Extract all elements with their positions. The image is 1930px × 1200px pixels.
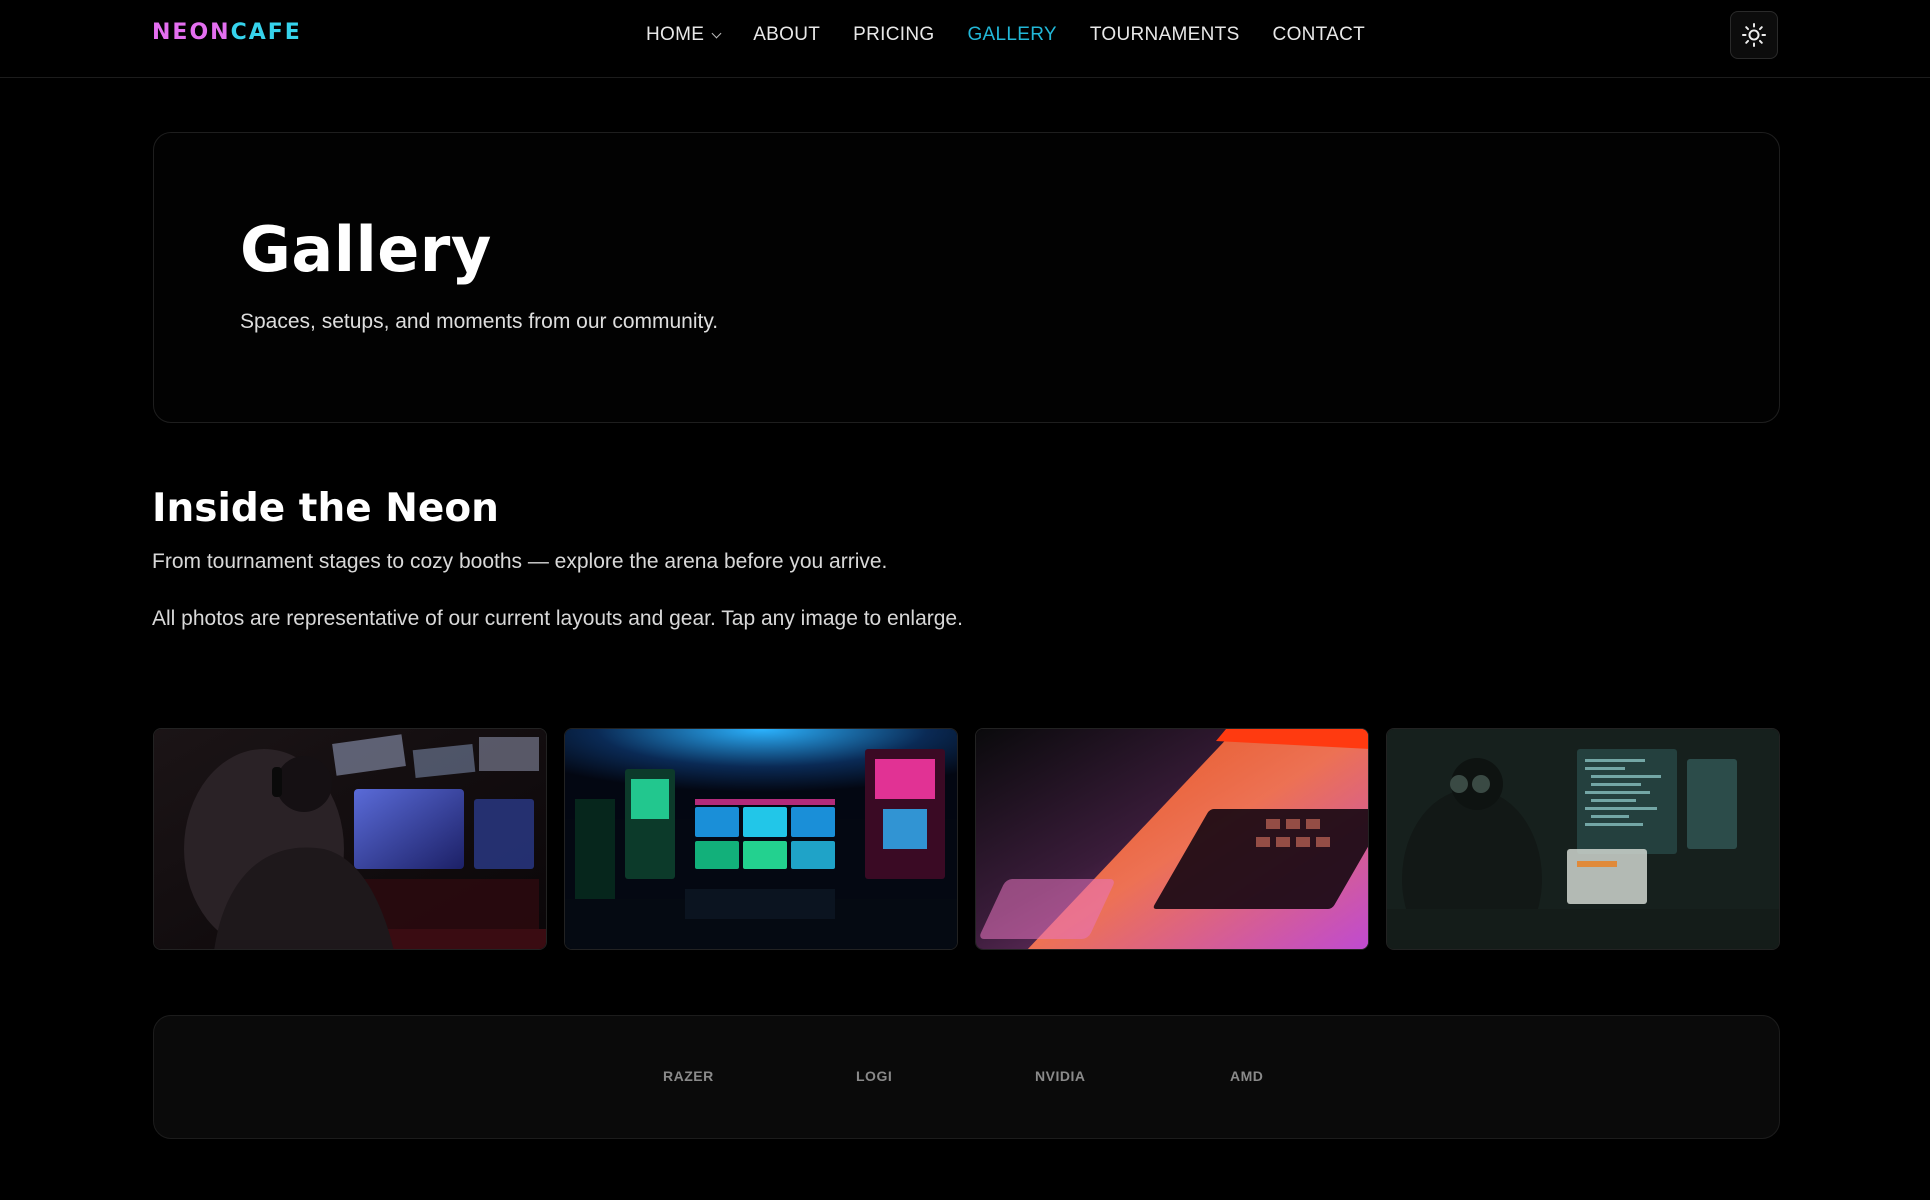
section-intro: From tournament stages to cozy booths — … (152, 550, 888, 573)
gallery-image-laptop-keyboard[interactable] (975, 728, 1369, 950)
nav-item-label: PRICING (853, 24, 935, 45)
nav-item-pricing[interactable]: PRICING (853, 24, 934, 46)
gallery-grid (153, 728, 1780, 950)
section-note: All photos are representative of our cur… (152, 607, 963, 630)
nav-item-contact[interactable]: CONTACT (1273, 24, 1366, 46)
site-header: NEONCAFE HOME ABOUT PRICING GALLERY TOUR… (0, 0, 1930, 78)
logo-part-cafe: CAFE (230, 20, 302, 45)
chevron-down-icon (711, 28, 722, 38)
partner-brands-bar: RAZER LOGI NVIDIA AMD (153, 1015, 1780, 1139)
partner-logi: LOGI (856, 1068, 893, 1084)
gallery-image-arcade-room[interactable] (564, 728, 958, 950)
nav-item-home[interactable]: HOME (646, 24, 722, 46)
page-subtitle: Spaces, setups, and moments from our com… (240, 310, 719, 333)
gallery-photo (154, 729, 546, 949)
logo-part-neon: NEON (152, 20, 231, 45)
partner-amd: AMD (1230, 1068, 1264, 1084)
nav-item-about[interactable]: ABOUT (753, 24, 820, 46)
nav-item-label: CONTACT (1272, 24, 1366, 45)
nav-item-gallery[interactable]: GALLERY (967, 24, 1056, 46)
hero-card: Gallery Spaces, setups, and moments from… (153, 132, 1780, 423)
page-title: Gallery (240, 213, 492, 286)
partner-razer: RAZER (663, 1068, 714, 1084)
gallery-photo (565, 729, 957, 949)
main-nav: HOME ABOUT PRICING GALLERY TOURNAMENTS C… (646, 23, 1398, 47)
partner-nvidia: NVIDIA (1035, 1068, 1086, 1084)
gallery-photo (1387, 729, 1779, 949)
nav-item-label: GALLERY (967, 24, 1057, 45)
theme-toggle-button[interactable] (1730, 11, 1778, 59)
sun-icon (1741, 22, 1767, 48)
nav-item-label: ABOUT (753, 24, 821, 45)
gallery-photo (976, 729, 1368, 949)
nav-item-label: TOURNAMENTS (1089, 24, 1240, 45)
gallery-image-tournament-gamer[interactable] (153, 728, 547, 950)
gallery-image-coder-monitors[interactable] (1386, 728, 1780, 950)
site-logo[interactable]: NEONCAFE (152, 20, 302, 45)
section-title: Inside the Neon (152, 486, 499, 531)
nav-item-tournaments[interactable]: TOURNAMENTS (1090, 24, 1240, 46)
nav-item-label: HOME (646, 24, 705, 45)
